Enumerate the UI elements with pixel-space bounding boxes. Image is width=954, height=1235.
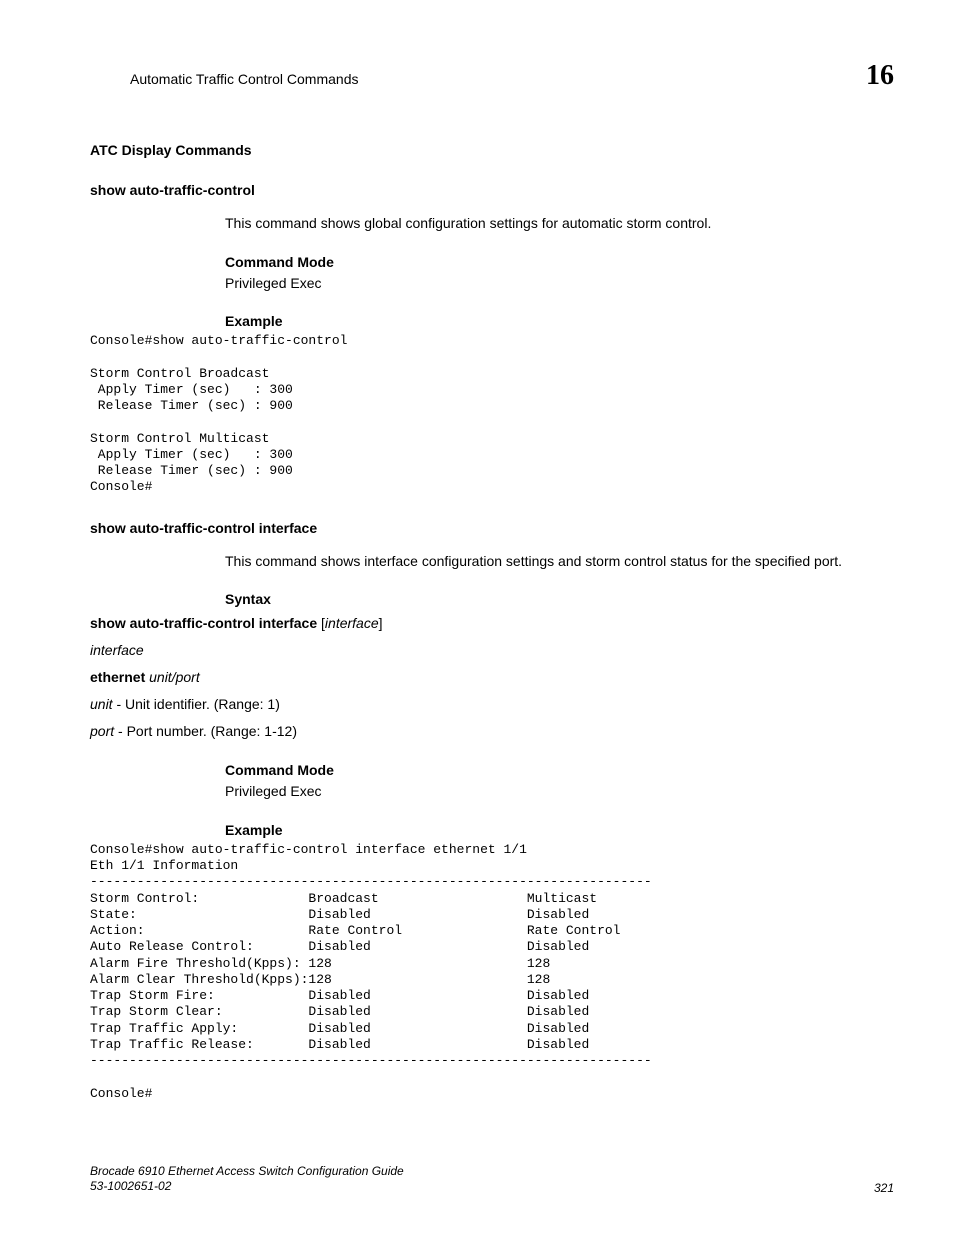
atc-display-heading: ATC Display Commands bbox=[90, 142, 894, 158]
syntax-command: show auto-traffic-control interface [int… bbox=[90, 613, 894, 634]
syntax-bracket-open: [ bbox=[317, 615, 325, 631]
syntax-cmd-arg: interface bbox=[325, 615, 379, 631]
cmd-mode-label: Command Mode bbox=[225, 254, 894, 270]
show-atc-desc: This command shows global configuration … bbox=[225, 214, 894, 234]
ethernet-bold: ethernet bbox=[90, 669, 145, 685]
unit-desc: - Unit identifier. (Range: 1) bbox=[113, 696, 280, 712]
syntax-interface-word: interface bbox=[90, 640, 894, 661]
page-header: Automatic Traffic Control Commands 16 bbox=[90, 60, 894, 92]
example-code: Console#show auto-traffic-control Storm … bbox=[90, 333, 894, 496]
syntax-cmd-bold: show auto-traffic-control interface bbox=[90, 615, 317, 631]
show-atc-if-desc: This command shows interface configurati… bbox=[225, 552, 894, 572]
port-desc: - Port number. (Range: 1-12) bbox=[114, 723, 297, 739]
header-title: Automatic Traffic Control Commands bbox=[90, 71, 359, 87]
example-label: Example bbox=[225, 313, 894, 329]
syntax-port: port - Port number. (Range: 1-12) bbox=[90, 721, 894, 742]
footer-left: Brocade 6910 Ethernet Access Switch Conf… bbox=[90, 1164, 404, 1195]
cmd-mode-value: Privileged Exec bbox=[225, 274, 894, 294]
footer-guide: Brocade 6910 Ethernet Access Switch Conf… bbox=[90, 1164, 404, 1180]
example-label-2: Example bbox=[225, 822, 894, 838]
syntax-ethernet: ethernet unit/port bbox=[90, 667, 894, 688]
syntax-label: Syntax bbox=[225, 591, 894, 607]
show-atc-heading: show auto-traffic-control bbox=[90, 182, 894, 198]
show-atc-if-heading: show auto-traffic-control interface bbox=[90, 520, 894, 536]
example-code-2: Console#show auto-traffic-control interf… bbox=[90, 842, 894, 1102]
cmd-mode-value-2: Privileged Exec bbox=[225, 782, 894, 802]
page: Automatic Traffic Control Commands 16 AT… bbox=[0, 0, 954, 1235]
footer-pageno: 321 bbox=[874, 1181, 894, 1195]
ethernet-args: unit/port bbox=[145, 669, 199, 685]
cmd-mode-label-2: Command Mode bbox=[225, 762, 894, 778]
unit-italic: unit bbox=[90, 696, 113, 712]
syntax-bracket-close: ] bbox=[379, 615, 383, 631]
port-italic: port bbox=[90, 723, 114, 739]
page-footer: Brocade 6910 Ethernet Access Switch Conf… bbox=[90, 1164, 894, 1195]
footer-partno: 53-1002651-02 bbox=[90, 1179, 404, 1195]
chapter-number: 16 bbox=[866, 60, 894, 92]
syntax-unit: unit - Unit identifier. (Range: 1) bbox=[90, 694, 894, 715]
